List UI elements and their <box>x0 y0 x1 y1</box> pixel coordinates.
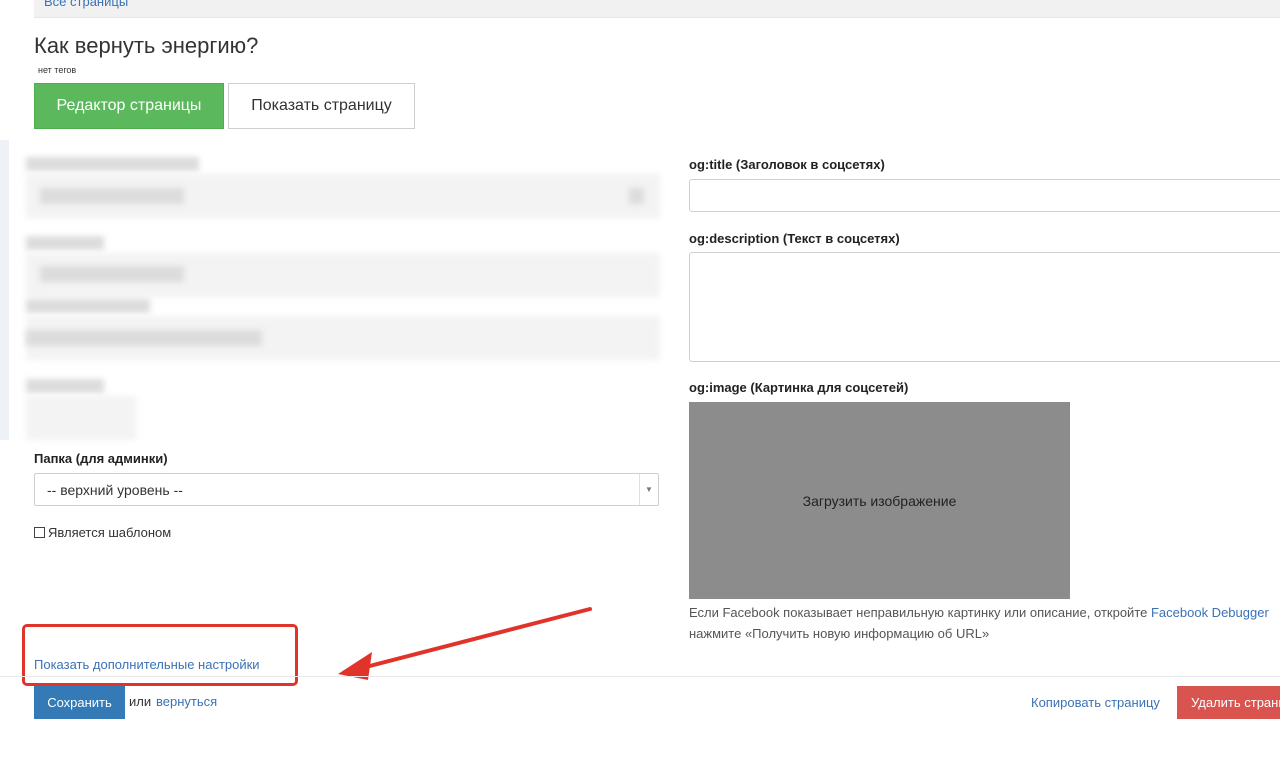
footer-divider <box>0 676 1280 677</box>
sidebar-edge <box>0 140 9 440</box>
og-title-label: og:title (Заголовок в соцсетях) <box>689 157 885 172</box>
redacted-label <box>26 236 104 250</box>
copy-page-link[interactable]: Копировать страницу <box>1031 695 1160 710</box>
og-image-upload[interactable]: Загрузить изображение <box>689 402 1070 599</box>
breadcrumb-all-pages[interactable]: Все страницы <box>44 0 128 9</box>
upload-image-label: Загрузить изображение <box>802 492 957 509</box>
page-tags: нет тегов <box>38 65 77 75</box>
og-description-label: og:description (Текст в соцсетях) <box>689 231 900 246</box>
template-checkbox[interactable] <box>34 527 45 538</box>
og-description-textarea[interactable] <box>689 252 1280 362</box>
facebook-debugger-link[interactable]: Facebook Debugger <box>1151 605 1269 620</box>
redacted-text <box>40 266 184 282</box>
facebook-debugger-note: Если Facebook показывает неправильную ка… <box>689 602 1280 644</box>
redacted-text <box>26 330 262 346</box>
folder-label: Папка (для админки) <box>34 451 168 466</box>
redacted-label <box>26 299 150 313</box>
save-button[interactable]: Сохранить <box>34 686 125 719</box>
or-text: или <box>129 694 152 709</box>
redacted-label <box>26 157 199 171</box>
fb-note-text-2: нажмите «Получить новую информацию об UR… <box>689 626 990 641</box>
redacted-icon <box>629 188 644 204</box>
og-title-input[interactable] <box>689 179 1280 212</box>
back-link[interactable]: вернуться <box>156 694 217 709</box>
redacted-text <box>40 188 184 204</box>
tab-page-editor[interactable]: Редактор страницы <box>34 83 224 129</box>
redacted-label <box>26 379 104 393</box>
breadcrumb-bar: Все страницы <box>34 0 1280 18</box>
folder-select-value: -- верхний уровень -- <box>47 482 183 498</box>
fb-note-text: Если Facebook показывает неправильную ка… <box>689 605 1151 620</box>
folder-select[interactable]: -- верхний уровень -- ▼ <box>34 473 659 506</box>
page-title: Как вернуть энергию? <box>34 33 259 58</box>
delete-page-button[interactable]: Удалить страницу <box>1177 686 1280 719</box>
tab-show-page[interactable]: Показать страницу <box>228 83 415 129</box>
chevron-down-icon: ▼ <box>639 474 658 505</box>
og-image-label: og:image (Картинка для соцсетей) <box>689 380 909 395</box>
template-checkbox-row[interactable]: Является шаблоном <box>34 525 171 540</box>
template-checkbox-label: Является шаблоном <box>48 525 172 540</box>
redacted-field <box>26 396 136 440</box>
